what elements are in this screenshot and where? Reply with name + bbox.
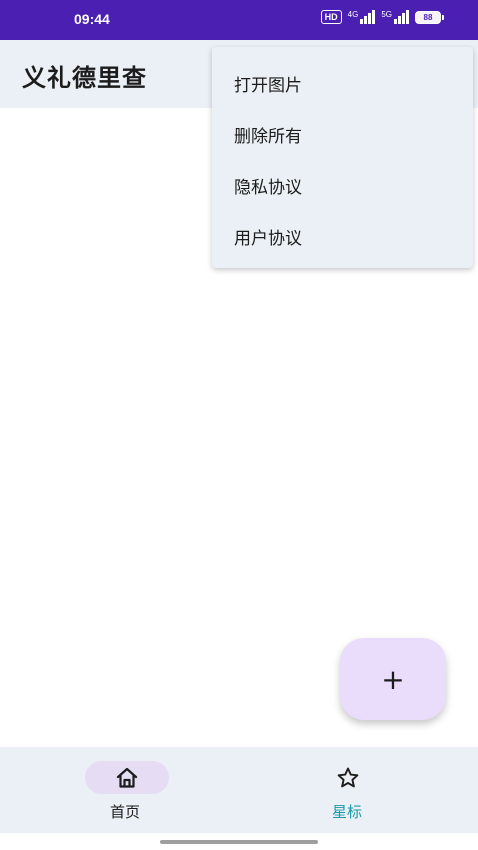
status-time: 09:44 (74, 11, 110, 27)
bottom-navigation: 首页 星标 (0, 747, 478, 833)
add-button[interactable]: + (340, 638, 446, 720)
menu-item-user-agreement[interactable]: 用户协议 (212, 210, 473, 262)
signal-tag: 4G (347, 10, 359, 19)
battery-level: 88 (415, 10, 441, 24)
star-outline-icon (337, 767, 359, 788)
nav-item-home[interactable]: 首页 (0, 747, 239, 833)
battery-icon: 88 (415, 10, 444, 24)
status-bar: 09:44 HD 4G 5G 88 (0, 0, 478, 40)
nav-label-starred: 星标 (332, 803, 363, 821)
signal-strength-icon: 4G (348, 10, 376, 24)
overflow-menu: 打开图片 删除所有 隐私协议 用户协议 (212, 47, 473, 268)
plus-icon: + (381, 662, 405, 696)
nav-label-home: 首页 (110, 803, 141, 821)
hd-badge: HD (320, 10, 342, 24)
signal-tag: 5G (381, 10, 392, 19)
gesture-bar[interactable] (160, 840, 318, 844)
menu-item-privacy-policy[interactable]: 隐私协议 (212, 159, 473, 211)
page-title: 义礼德里查 (22, 64, 147, 92)
menu-item-delete-all[interactable]: 删除所有 (212, 108, 473, 160)
status-icons: HD 4G 5G 88 (320, 10, 444, 24)
home-icon (116, 767, 138, 788)
nav-item-starred[interactable]: 星标 (239, 747, 478, 833)
signal-strength-icon: 5G (381, 10, 409, 24)
menu-item-open-image[interactable]: 打开图片 (212, 57, 473, 109)
